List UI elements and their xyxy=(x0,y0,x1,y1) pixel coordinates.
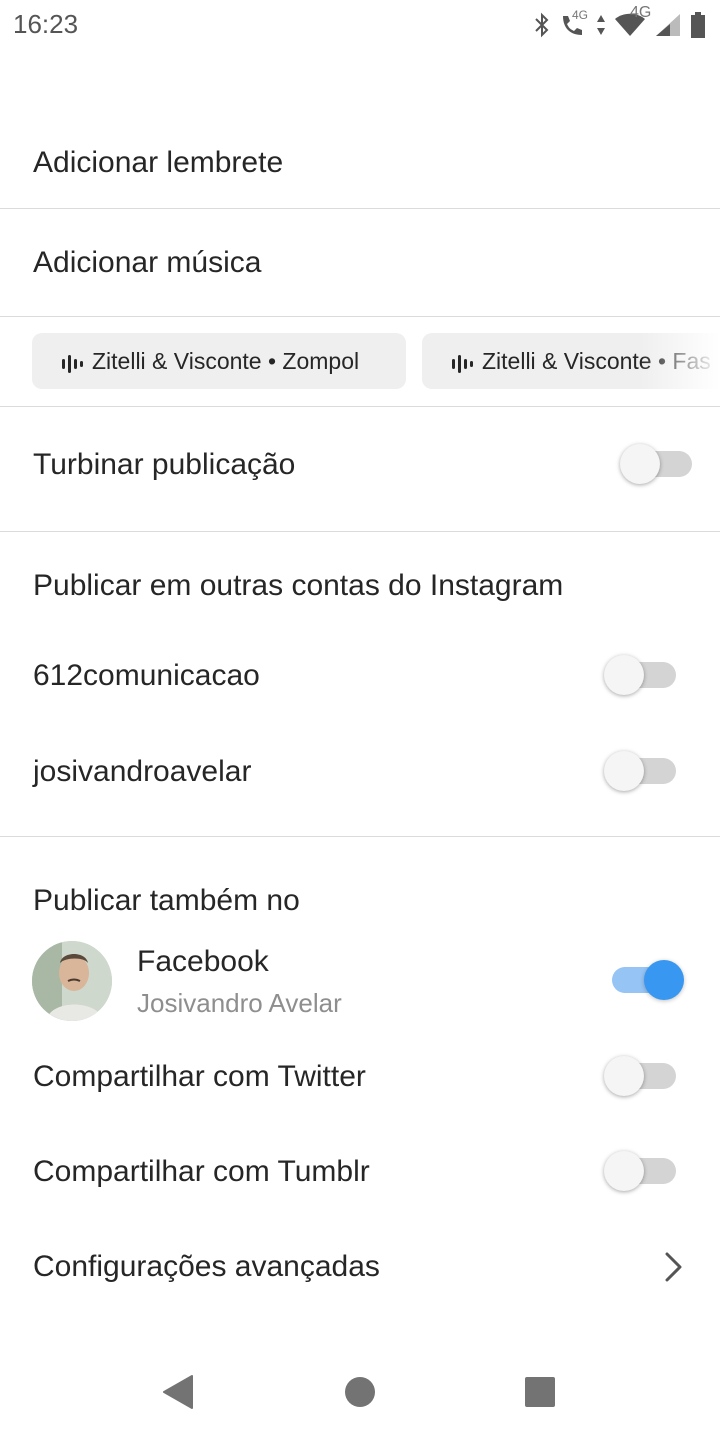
confirm-button[interactable] xyxy=(645,80,697,126)
app-header: Nova publicação xyxy=(0,60,720,146)
boost-post-label: Turbinar publicação xyxy=(33,448,296,481)
status-time: 16:23 xyxy=(13,9,79,39)
toggle-knob xyxy=(620,444,660,484)
bluetooth-icon xyxy=(534,12,550,38)
chevron-right-icon xyxy=(660,1250,686,1284)
nav-back-button[interactable] xyxy=(160,1372,200,1412)
other-accounts-heading: Publicar em outras contas do Instagram xyxy=(33,569,564,602)
check-icon xyxy=(645,86,697,130)
add-reminder-row[interactable]: Adicionar lembrete xyxy=(0,140,720,208)
also-publish-heading: Publicar também no xyxy=(33,884,300,917)
share-twitter-label: Compartilhar com Twitter xyxy=(33,1060,366,1093)
network-type-label: 4G xyxy=(572,8,589,22)
twitter-toggle[interactable] xyxy=(604,1056,682,1096)
music-suggestion-label: Zitelli & Visconte • Zompol xyxy=(92,347,360,374)
facebook-toggle[interactable] xyxy=(606,960,684,1000)
system-navigation-bar xyxy=(0,1340,720,1440)
divider xyxy=(0,316,720,317)
nav-home-button[interactable] xyxy=(340,1372,380,1412)
divider xyxy=(0,836,720,837)
add-reminder-label: Adicionar lembrete xyxy=(33,146,284,179)
back-button[interactable] xyxy=(28,82,84,126)
toggle-knob xyxy=(604,1056,644,1096)
toggle-knob xyxy=(604,1151,644,1191)
divider xyxy=(0,531,720,532)
account-toggle-612comunicacao[interactable] xyxy=(604,655,682,695)
square-recents-icon xyxy=(520,1377,560,1416)
triangle-back-icon xyxy=(160,1375,200,1416)
data-arrows-icon xyxy=(596,12,606,38)
volte-call-icon: 4G xyxy=(558,8,589,40)
music-suggestion-chip[interactable]: Zitelli & Visconte • Zompol xyxy=(32,333,406,389)
toggle-knob xyxy=(644,960,684,1000)
signal-icon: 4G xyxy=(630,4,682,38)
battery-icon xyxy=(690,11,706,39)
facebook-label: Facebook xyxy=(137,945,269,978)
account-label: 612comunicacao xyxy=(33,659,260,692)
facebook-user-name: Josivandro Avelar xyxy=(137,988,342,1018)
toggle-knob xyxy=(604,655,644,695)
boost-post-toggle[interactable] xyxy=(620,444,698,484)
page-title: Nova publicação xyxy=(145,80,440,121)
advanced-settings-row[interactable]: Configurações avançadas xyxy=(33,1250,380,1284)
avatar xyxy=(32,941,112,1021)
toggle-knob xyxy=(604,751,644,791)
network-type-label-2: 4G xyxy=(630,4,652,21)
share-tumblr-label: Compartilhar com Tumblr xyxy=(33,1155,370,1188)
audio-wave-icon xyxy=(62,352,84,379)
divider xyxy=(0,208,720,209)
status-bar: 16:23 4G 4G xyxy=(0,0,720,50)
audio-wave-icon xyxy=(452,352,474,379)
chip-fade-overlay xyxy=(640,330,720,392)
account-toggle-josivandroavelar[interactable] xyxy=(604,751,682,791)
circle-home-icon xyxy=(340,1377,380,1416)
add-music-row[interactable]: Adicionar música xyxy=(33,246,261,280)
account-label: josivandroavelar xyxy=(33,755,252,788)
arrow-left-icon xyxy=(28,88,84,130)
divider xyxy=(0,406,720,407)
tumblr-toggle[interactable] xyxy=(604,1151,682,1191)
status-icons: 4G 4G xyxy=(534,4,706,42)
nav-recents-button[interactable] xyxy=(520,1372,560,1412)
